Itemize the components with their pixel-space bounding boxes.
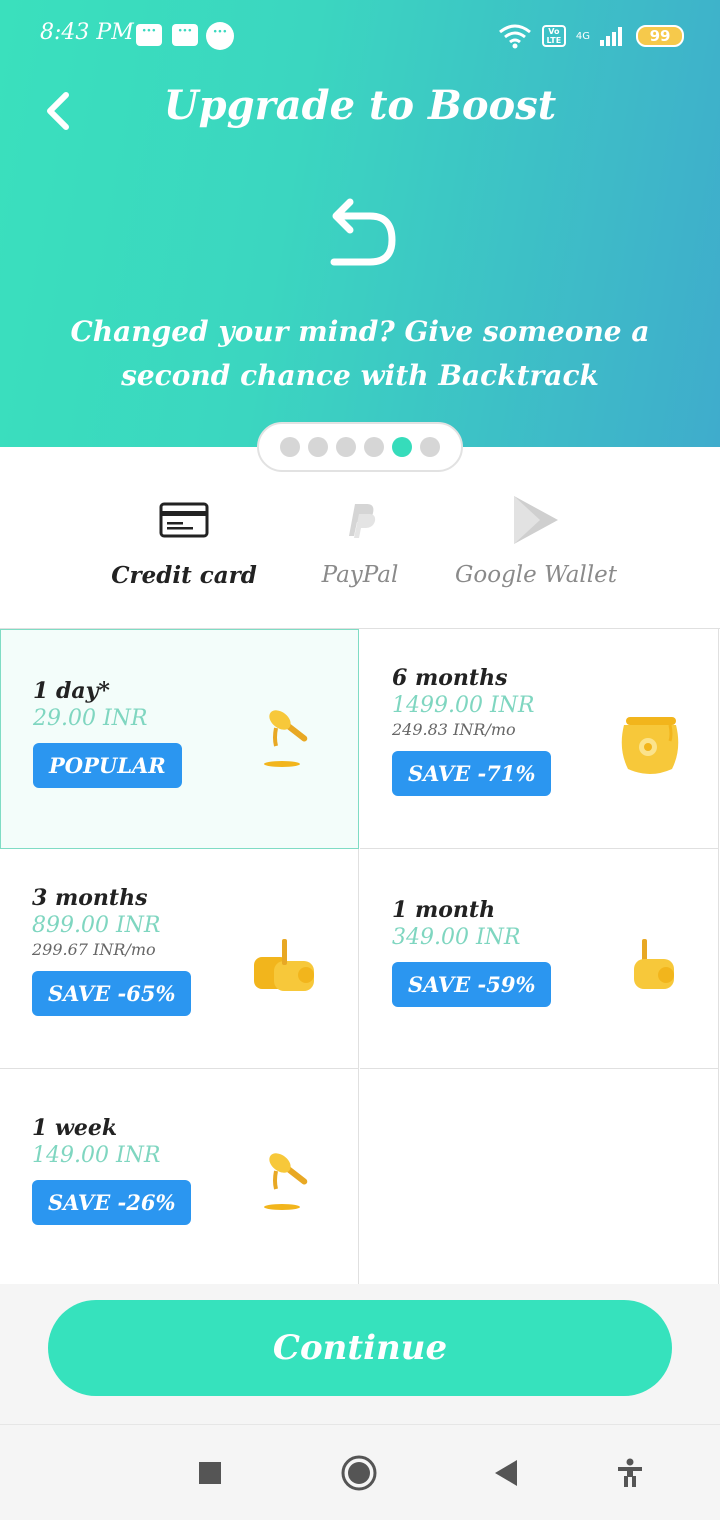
plan-badge: SAVE -26%: [32, 1180, 192, 1225]
payment-methods: Credit card PayPal Google Wallet: [0, 490, 720, 610]
header: 8:43 PM ··· ··· ··· Vo LTE 4G 99 Upgrade…: [0, 0, 720, 447]
paypal-icon: [349, 504, 376, 538]
plan-price-per-month: 249.83 INR/mo: [392, 720, 516, 739]
carousel-dot-active[interactable]: [392, 437, 412, 457]
carousel-dot[interactable]: [280, 437, 300, 457]
plan-name: 1 day*: [33, 678, 110, 704]
message-notification-icon: ···: [136, 24, 162, 46]
carousel-dot[interactable]: [336, 437, 356, 457]
bottom-action-area: Continue: [0, 1284, 720, 1424]
payment-method-google-wallet[interactable]: Google Wallet: [446, 490, 626, 588]
backtrack-icon: [330, 198, 396, 266]
triangle-back-icon: [495, 1460, 517, 1486]
volte-icon: Vo LTE: [541, 25, 566, 47]
payment-method-credit-card[interactable]: Credit card: [94, 490, 274, 589]
honey-pot-icon: [621, 717, 679, 774]
plan-price: 29.00 INR: [33, 706, 148, 731]
wifi-icon: [498, 24, 531, 49]
page-title: Upgrade to Boost: [163, 82, 557, 129]
plan-option-6-months[interactable]: 6 months 1499.00 INR 249.83 INR/mo SAVE …: [360, 629, 719, 849]
honey-dipper-icon: [264, 710, 308, 767]
message-notification-icon: ···: [172, 24, 198, 46]
plan-price: 349.00 INR: [392, 925, 521, 950]
accessibility-icon: [618, 1458, 642, 1487]
payment-method-label: Credit card: [111, 562, 257, 589]
plan-price-per-month: 299.67 INR/mo: [32, 940, 156, 959]
credit-card-icon: [159, 502, 209, 538]
system-navigation-bar: [0, 1424, 720, 1520]
plan-price: 1499.00 INR: [392, 693, 535, 718]
payment-method-label: Google Wallet: [455, 562, 617, 588]
plan-name: 3 months: [32, 885, 148, 911]
status-time: 8:43 PM: [40, 20, 134, 45]
signal-strength-icon: [600, 27, 622, 46]
plan-option-1-month[interactable]: 1 month 349.00 INR SAVE -59%: [360, 849, 719, 1069]
square-icon: [199, 1462, 221, 1484]
plan-badge: POPULAR: [33, 743, 182, 788]
carousel-indicator[interactable]: [257, 422, 463, 472]
battery-indicator: 99: [636, 25, 684, 47]
plan-option-1-day[interactable]: 1 day* 29.00 INR POPULAR: [0, 629, 359, 849]
carousel-dot[interactable]: [364, 437, 384, 457]
home-button[interactable]: [339, 1453, 379, 1493]
empty-grid-cell: [360, 1069, 719, 1285]
plan-price: 899.00 INR: [32, 913, 161, 938]
honey-jars-icon: [254, 939, 314, 991]
plan-badge: SAVE -71%: [392, 751, 552, 796]
carousel-dot[interactable]: [420, 437, 440, 457]
carousel-dot[interactable]: [308, 437, 328, 457]
plan-badge: SAVE -65%: [32, 971, 192, 1016]
plan-option-1-week[interactable]: 1 week 149.00 INR SAVE -26%: [0, 1069, 359, 1285]
status-indicators: Vo LTE 4G 99: [498, 22, 684, 50]
home-circle-icon: [341, 1455, 377, 1491]
plan-option-3-months[interactable]: 3 months 899.00 INR 299.67 INR/mo SAVE -…: [0, 849, 359, 1069]
accessibility-button[interactable]: [610, 1453, 650, 1493]
honey-dipper-icon: [264, 1153, 308, 1210]
plan-name: 1 month: [392, 897, 496, 923]
plan-name: 6 months: [392, 665, 508, 691]
plans-grid: 1 day* 29.00 INR POPULAR 6 months 1499.0…: [0, 628, 720, 1285]
google-wallet-icon: [514, 496, 558, 544]
continue-button[interactable]: Continue: [48, 1300, 672, 1396]
payment-method-label: PayPal: [321, 562, 399, 588]
payment-method-paypal[interactable]: PayPal: [270, 490, 450, 588]
chat-notification-icon: ···: [206, 22, 234, 50]
back-nav-button[interactable]: [486, 1453, 526, 1493]
recent-apps-button[interactable]: [190, 1453, 230, 1493]
status-bar: 8:43 PM ··· ··· ··· Vo LTE 4G 99: [0, 14, 720, 54]
honey-jar-icon: [634, 939, 674, 989]
network-type: 4G: [575, 30, 590, 42]
feature-tagline: Changed your mind? Give someone a second…: [70, 315, 650, 392]
plan-name: 1 week: [32, 1115, 118, 1141]
plan-price: 149.00 INR: [32, 1143, 161, 1168]
plan-badge: SAVE -59%: [392, 962, 552, 1007]
